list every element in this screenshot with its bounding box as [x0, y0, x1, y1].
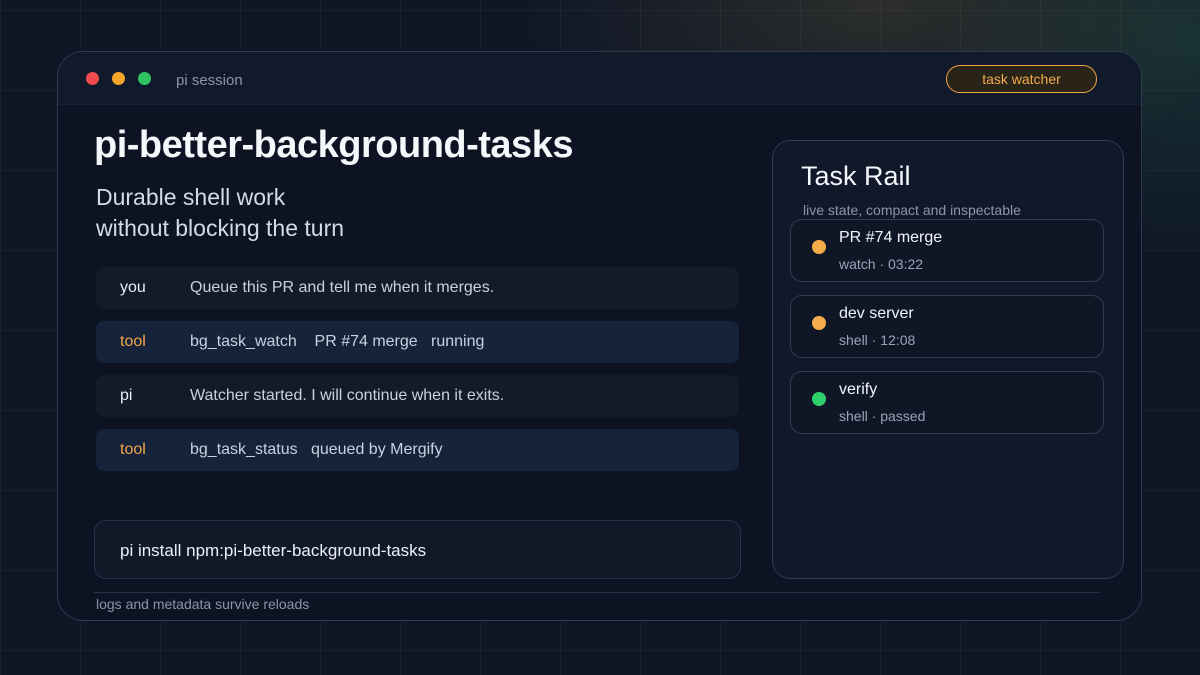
- task-name: verify: [839, 381, 878, 398]
- minimize-window-button[interactable]: [112, 72, 125, 85]
- task-watcher-badge[interactable]: task watcher: [946, 65, 1097, 93]
- message-text: Queue this PR and tell me when it merges…: [190, 279, 495, 296]
- subtitle-line-2: without blocking the turn: [96, 215, 345, 241]
- chat-transcript: you Queue this PR and tell me when it me…: [96, 267, 739, 483]
- task-meta: shell · 12:08: [839, 332, 916, 348]
- message-text: Watcher started. I will continue when it…: [190, 387, 505, 404]
- status-dot-icon: [812, 240, 826, 254]
- page-subtitle: Durable shell work without blocking the …: [96, 182, 344, 244]
- status-dot-icon: [812, 392, 826, 406]
- task-card-pr-merge[interactable]: PR #74 merge watch · 03:22: [790, 219, 1104, 282]
- task-card-verify[interactable]: verify shell · passed: [790, 371, 1104, 434]
- transcript-message-assistant: pi Watcher started. I will continue when…: [96, 375, 739, 417]
- window-titlebar: pi session task watcher: [58, 52, 1141, 105]
- message-role: you: [120, 279, 146, 296]
- task-card-dev-server[interactable]: dev server shell · 12:08: [790, 295, 1104, 358]
- session-window: pi session task watcher pi-better-backgr…: [57, 51, 1142, 621]
- transcript-message-tool: tool bg_task_watch PR #74 merge running: [96, 321, 739, 363]
- install-command-text: pi install npm:pi-better-background-task…: [120, 541, 427, 560]
- maximize-window-button[interactable]: [138, 72, 151, 85]
- transcript-message-user: you Queue this PR and tell me when it me…: [96, 267, 739, 309]
- status-dot-icon: [812, 316, 826, 330]
- task-name: dev server: [839, 305, 914, 322]
- install-command-box[interactable]: pi install npm:pi-better-background-task…: [94, 520, 741, 579]
- transcript-message-tool: tool bg_task_status queued by Mergify: [96, 429, 739, 471]
- footer-note: logs and metadata survive reloads: [96, 596, 310, 612]
- message-role: tool: [120, 441, 146, 458]
- message-role: pi: [120, 387, 133, 404]
- page-title: pi-better-background-tasks: [94, 124, 573, 166]
- message-text: bg_task_status queued by Mergify: [190, 441, 443, 458]
- task-rail-subtitle: live state, compact and inspectable: [803, 202, 1021, 218]
- footer-divider: [94, 592, 1100, 593]
- task-meta: shell · passed: [839, 408, 926, 424]
- message-text: bg_task_watch PR #74 merge running: [190, 333, 485, 350]
- message-role: tool: [120, 333, 146, 350]
- subtitle-line-1: Durable shell work: [96, 184, 286, 210]
- task-rail-panel: Task Rail live state, compact and inspec…: [772, 140, 1124, 579]
- session-label: pi session: [176, 72, 243, 89]
- task-meta: watch · 03:22: [839, 256, 924, 272]
- task-name: PR #74 merge: [839, 229, 943, 246]
- task-rail-title: Task Rail: [801, 161, 911, 191]
- close-window-button[interactable]: [86, 72, 99, 85]
